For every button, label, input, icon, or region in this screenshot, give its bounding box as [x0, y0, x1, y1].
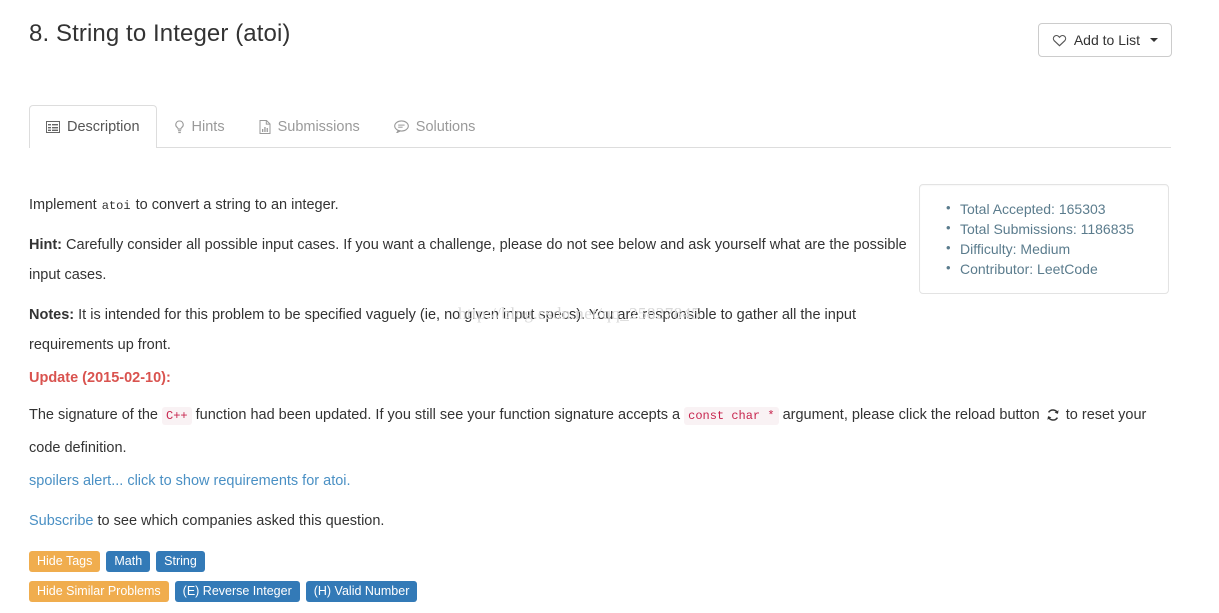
- stats-panel: Total Accepted: 165303 Total Submissions…: [919, 184, 1169, 294]
- tags-row: Hide Tags Math String: [29, 551, 205, 572]
- page-title: 8. String to Integer (atoi): [29, 20, 291, 47]
- notes-text: It is intended for this problem to be sp…: [29, 307, 856, 353]
- subscribe-link[interactable]: Subscribe: [29, 513, 93, 529]
- tab-submissions-label: Submissions: [277, 118, 360, 135]
- tag-string[interactable]: String: [156, 551, 205, 572]
- cpp-code: C++: [162, 407, 192, 425]
- spoilers-row: spoilers alert... click to show requirem…: [29, 471, 351, 491]
- tab-submissions[interactable]: Submissions: [242, 105, 377, 147]
- stat-total-submissions: Total Submissions: 1186835: [946, 218, 1158, 239]
- subscribe-row: Subscribe to see which companies asked t…: [29, 511, 384, 531]
- stats-list: Total Accepted: 165303 Total Submissions…: [920, 198, 1158, 279]
- subscribe-rest-text: to see which companies asked this questi…: [93, 513, 385, 529]
- update-heading: Update (2015-02-10):: [29, 370, 171, 386]
- atoi-code: atoi: [101, 199, 131, 213]
- implement-text-before: Implement: [29, 197, 101, 213]
- similar-problems-row: Hide Similar Problems (E) Reverse Intege…: [29, 581, 418, 602]
- stat-difficulty: Difficulty: Medium: [946, 238, 1158, 259]
- paragraph-implement: Implement atoi to convert a string to an…: [29, 190, 909, 221]
- paragraph-notes: Notes: It is intended for this problem t…: [29, 300, 859, 360]
- stat-contributor: Contributor: LeetCode: [946, 258, 1158, 279]
- hide-tags-button[interactable]: Hide Tags: [29, 551, 101, 572]
- update-text-2: function had been updated. If you still …: [191, 407, 685, 423]
- tag-math[interactable]: Math: [106, 551, 151, 572]
- heart-outline-icon: [1052, 33, 1067, 47]
- update-text-3: argument, please click the reload button: [778, 407, 1044, 423]
- similar-problem-valid-number[interactable]: (H) Valid Number: [305, 581, 418, 602]
- similar-problem-reverse-integer[interactable]: (E) Reverse Integer: [174, 581, 300, 602]
- hint-label: Hint:: [29, 237, 63, 253]
- file-chart-icon: [259, 119, 271, 134]
- implement-text-after: to convert a string to an integer.: [131, 197, 339, 213]
- stat-total-accepted: Total Accepted: 165303: [946, 198, 1158, 219]
- tab-description[interactable]: Description: [29, 105, 157, 148]
- tab-solutions[interactable]: Solutions: [377, 105, 493, 147]
- page-header: 8. String to Integer (atoi) Add to List: [0, 0, 1219, 86]
- tab-hints[interactable]: Hints: [157, 105, 242, 147]
- tab-hints-label: Hints: [191, 118, 225, 135]
- reload-refresh-icon: [1046, 403, 1060, 433]
- speech-bubble-icon: [393, 120, 409, 133]
- tab-bar: Description Hints Submissions Solutions: [29, 105, 1171, 148]
- update-text-1: The signature of the: [29, 407, 162, 423]
- problem-page: 8. String to Integer (atoi) Add to List: [0, 0, 1219, 613]
- lightbulb-icon: [174, 119, 185, 134]
- description-list-icon: [46, 121, 60, 133]
- tab-description-label: Description: [67, 119, 140, 135]
- caret-down-icon: [1150, 38, 1158, 42]
- paragraph-hint: Hint: Carefully consider all possible in…: [29, 230, 914, 290]
- hint-text: Carefully consider all possible input ca…: [29, 237, 907, 283]
- add-to-list-label: Add to List: [1073, 32, 1140, 48]
- add-to-list-button[interactable]: Add to List: [1037, 23, 1172, 57]
- notes-label: Notes:: [29, 307, 75, 323]
- const-char-code: const char *: [684, 407, 779, 425]
- spoilers-alert-link[interactable]: spoilers alert... click to show requirem…: [29, 473, 351, 489]
- paragraph-update: The signature of the C++ function had be…: [29, 400, 1171, 463]
- tab-solutions-label: Solutions: [415, 118, 476, 135]
- hide-similar-problems-button[interactable]: Hide Similar Problems: [29, 581, 169, 602]
